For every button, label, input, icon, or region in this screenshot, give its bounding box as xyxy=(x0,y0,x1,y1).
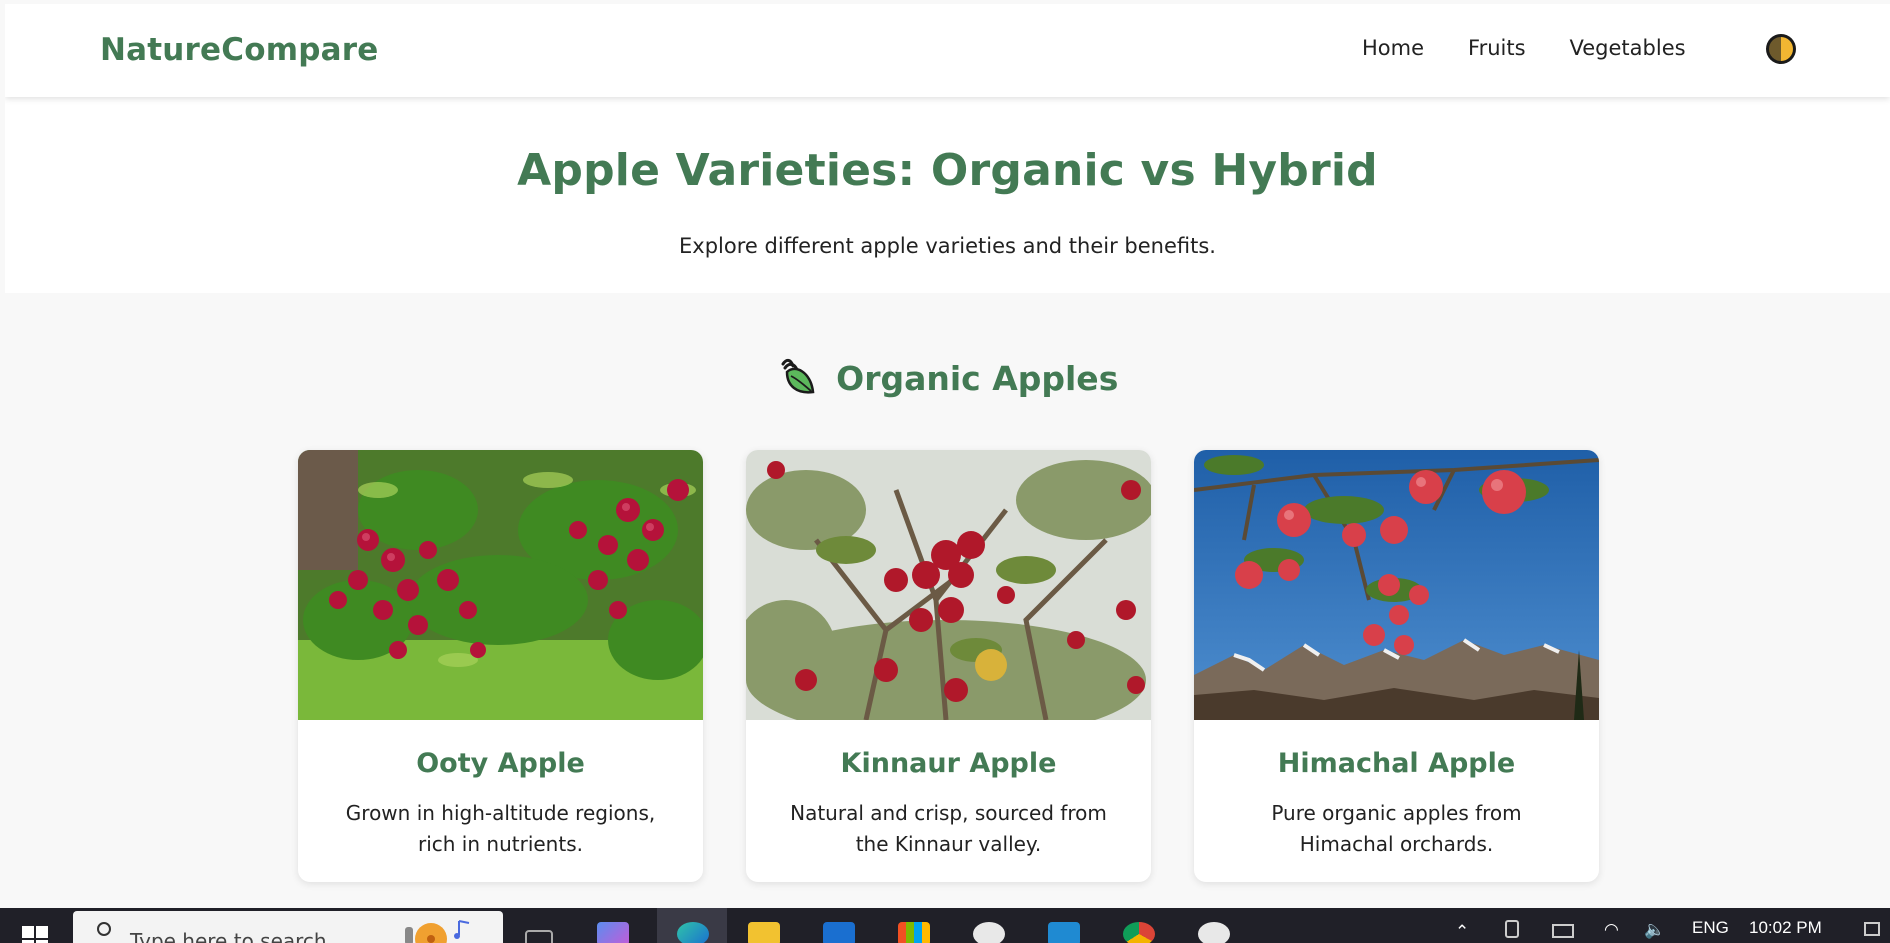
page-title: Apple Varieties: Organic vs Hybrid xyxy=(517,145,1378,196)
section-title-text: Organic Apples xyxy=(836,359,1119,398)
slack-icon[interactable] xyxy=(973,922,1005,943)
hero-section: Apple Varieties: Organic vs Hybrid Explo… xyxy=(5,97,1890,293)
page-subtitle: Explore different apple varieties and th… xyxy=(679,234,1216,258)
taskbar-search-input[interactable]: Type here to search xyxy=(73,911,503,943)
apple-card-himachal[interactable]: Himachal Apple Pure organic apples from … xyxy=(1194,450,1599,882)
task-view-icon[interactable] xyxy=(525,930,553,943)
store-icon[interactable] xyxy=(898,922,930,943)
brand-logo[interactable]: NatureCompare xyxy=(100,32,378,68)
tray-device-icon[interactable] xyxy=(1505,920,1519,938)
search-icon xyxy=(97,922,111,936)
card-description: Natural and crisp, sourced from the Kinn… xyxy=(790,801,1107,856)
volume-icon[interactable]: 🔈 xyxy=(1644,920,1665,940)
file-explorer-icon[interactable] xyxy=(748,922,780,943)
tray-chevron-icon[interactable]: ⌃ xyxy=(1455,922,1469,942)
apple-card-kinnaur[interactable]: Kinnaur Apple Natural and crisp, sourced… xyxy=(746,450,1151,882)
copilot-icon[interactable] xyxy=(597,922,629,943)
ooty-apple-image xyxy=(298,450,703,720)
browser-viewport: NatureCompare Home Fruits Vegetables App… xyxy=(5,4,1890,908)
card-title: Ooty Apple xyxy=(416,748,585,779)
nav-home-link[interactable]: Home xyxy=(1362,36,1424,60)
windows-start-icon[interactable] xyxy=(22,926,48,943)
wifi-icon[interactable]: ◠ xyxy=(1604,920,1619,940)
contrast-toggle-icon[interactable] xyxy=(1766,34,1796,64)
clock-time[interactable]: 10:02 PM xyxy=(1749,918,1822,938)
nav-vegetables-link[interactable]: Vegetables xyxy=(1570,36,1686,60)
notifications-icon[interactable] xyxy=(1864,922,1880,936)
battery-icon[interactable] xyxy=(1552,924,1574,938)
chrome-icon[interactable] xyxy=(1123,922,1155,943)
music-widget-icon xyxy=(405,920,470,943)
windows-taskbar: Type here to search ⌃ ◠ 🔈 ENG 10:02 PM xyxy=(0,908,1890,943)
nav-fruits-link[interactable]: Fruits xyxy=(1468,36,1526,60)
himachal-apple-image xyxy=(1194,450,1599,720)
apple-card-ooty[interactable]: Ooty Apple Grown in high-altitude region… xyxy=(298,450,703,882)
card-title: Kinnaur Apple xyxy=(840,748,1057,779)
card-title: Himachal Apple xyxy=(1277,748,1516,779)
outlook-icon[interactable] xyxy=(823,922,855,943)
main-nav: Home Fruits Vegetables xyxy=(1362,36,1686,60)
card-description: Pure organic apples from Himachal orchar… xyxy=(1271,801,1522,856)
app-icon[interactable] xyxy=(1198,922,1230,943)
edge-active-tab[interactable] xyxy=(657,908,727,943)
leaf-icon xyxy=(781,358,815,394)
vscode-icon[interactable] xyxy=(1048,922,1080,943)
kinnaur-apple-image xyxy=(746,450,1151,720)
site-header: NatureCompare Home Fruits Vegetables xyxy=(5,4,1890,97)
card-description: Grown in high-altitude regions, rich in … xyxy=(345,801,656,856)
search-placeholder: Type here to search xyxy=(130,929,327,943)
section-title: Organic Apples xyxy=(5,356,1890,398)
language-indicator[interactable]: ENG xyxy=(1692,918,1729,938)
